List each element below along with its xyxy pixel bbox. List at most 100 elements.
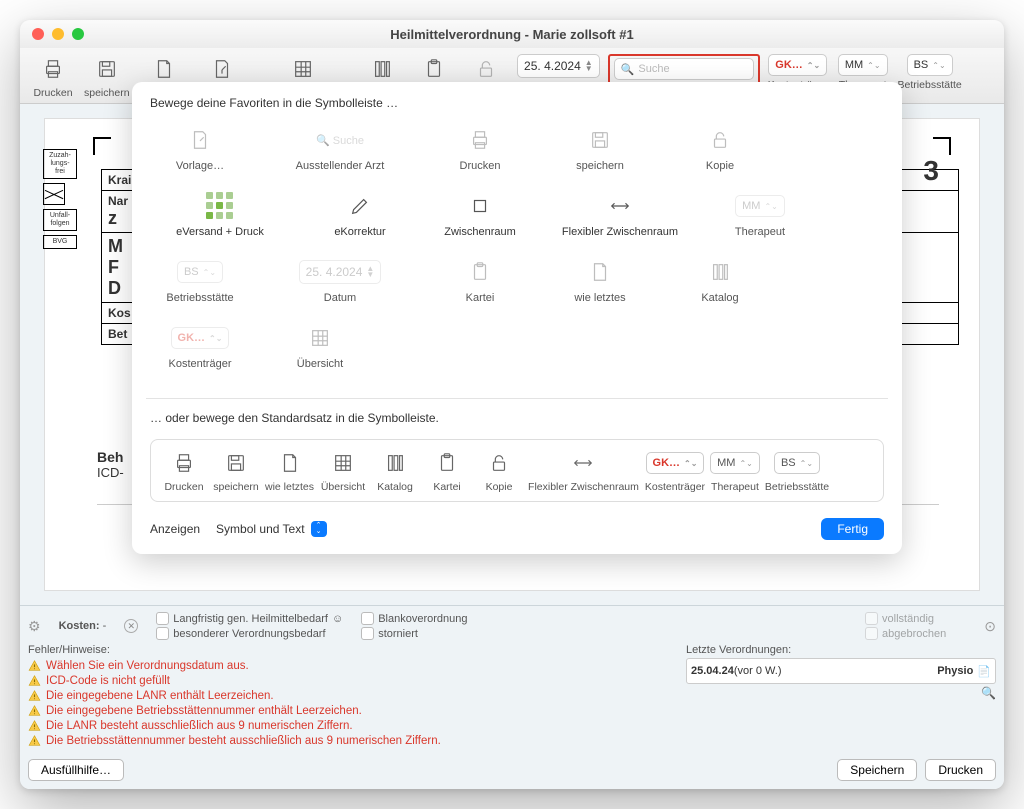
- fav-kostentraeger[interactable]: GK… ⌃⌄Kostenträger: [150, 322, 250, 388]
- tag-x[interactable]: [43, 183, 65, 205]
- fav-label: speichern: [576, 160, 624, 173]
- fav-vorlage[interactable]: Vorlage…: [150, 124, 250, 190]
- def-katalog[interactable]: Katalog: [372, 448, 418, 493]
- side-tags: Zuzah-lungs-frei Unfall-folgen BVG: [43, 149, 77, 249]
- chk[interactable]: Blankoverordnung: [361, 612, 467, 625]
- fav-wie-letztes[interactable]: wie letztes: [550, 256, 650, 322]
- customize-toolbar-modal: Bewege deine Favoriten in die Symbolleis…: [132, 82, 902, 554]
- chk: vollständig: [865, 612, 946, 625]
- def-uebersicht[interactable]: Übersicht: [320, 448, 366, 493]
- fav-label: Flexibler Zwischenraum: [562, 226, 678, 239]
- fav-uebersicht[interactable]: Übersicht: [270, 322, 370, 388]
- tag[interactable]: Zuzah-lungs-frei: [43, 149, 77, 179]
- fav-zwischenraum[interactable]: Zwischenraum: [430, 190, 530, 256]
- warning-icon: [28, 719, 41, 732]
- fav-flex-zwischen[interactable]: Flexibler Zwischenraum: [550, 190, 690, 256]
- info-icon[interactable]: ✕: [124, 619, 138, 633]
- kostentraeger-icon: GK… ⌃⌄: [171, 322, 230, 354]
- catalog-icon: [367, 54, 397, 84]
- tag[interactable]: Unfall-folgen: [43, 209, 77, 231]
- last-title: Letzte Verordnungen:: [686, 644, 996, 656]
- fav-therapeut[interactable]: MM ⌃⌄Therapeut: [710, 190, 810, 256]
- fav-drucken[interactable]: Drucken: [430, 124, 530, 190]
- ther-icon: MM ⌃⌄: [720, 448, 750, 478]
- errors-panel: Fehler/Hinweise: Wählen Sie ein Verordnu…: [28, 644, 676, 749]
- kost-icon: GK… ⌃⌄: [660, 448, 690, 478]
- fav-betriebs[interactable]: BS ⌃⌄Betriebsstätte: [150, 256, 250, 322]
- def-wie-letztes[interactable]: wie letztes: [265, 448, 314, 493]
- footer: ⚙ Kosten: - ✕ Langfristig gen. Heilmitte…: [20, 605, 1004, 789]
- warning-icon: [28, 734, 41, 747]
- def-betr[interactable]: BS ⌃⌄Betriebsstätte: [765, 448, 829, 493]
- speichern-icon: [221, 448, 251, 478]
- fav-label: eVersand + Druck: [176, 226, 264, 239]
- doc-icon[interactable]: 📄: [977, 665, 991, 678]
- error-line: ICD-Code is nicht gefüllt: [28, 674, 676, 687]
- stepper-icon[interactable]: ▲▼: [585, 60, 593, 72]
- beh-block: Beh ICD-: [97, 449, 124, 480]
- fav-label: Betriebsstätte: [166, 292, 233, 305]
- error-line: Die eingegebene Betriebsstättennummer en…: [28, 704, 676, 717]
- tb-drucken[interactable]: Drucken: [30, 54, 76, 99]
- titlebar: Heilmittelverordnung - Marie zollsoft #1: [20, 20, 1004, 48]
- save-button[interactable]: Speichern: [837, 759, 917, 781]
- def-drucken[interactable]: Drucken: [161, 448, 207, 493]
- search-icon[interactable]: 🔍: [981, 686, 996, 700]
- betr-icon: BS ⌃⌄: [782, 448, 812, 478]
- fav-ausst-arzt[interactable]: 🔍 SucheAusstellender Arzt: [270, 124, 410, 190]
- fav-katalog[interactable]: Katalog: [670, 256, 770, 322]
- def-kost[interactable]: GK… ⌃⌄Kostenträger: [645, 448, 705, 493]
- more-icon[interactable]: ⊙: [984, 618, 996, 635]
- tb-speichern[interactable]: speichern: [82, 54, 132, 99]
- error-line: Die eingegebene LANR enthält Leerzeichen…: [28, 689, 676, 702]
- chk[interactable]: besonderer Verordnungsbedarf: [156, 627, 343, 640]
- footer-row-1: ⚙ Kosten: - ✕ Langfristig gen. Heilmitte…: [28, 612, 996, 640]
- def-kartei[interactable]: Kartei: [424, 448, 470, 493]
- print-button[interactable]: Drucken: [925, 759, 996, 781]
- done-button[interactable]: Fertig: [821, 518, 884, 540]
- bottom-bar: Ausfüllhilfe… Speichern Drucken: [28, 759, 996, 781]
- ausst-arzt-icon: 🔍 Suche: [316, 124, 364, 156]
- fav-eversand[interactable]: eVersand + Druck: [150, 190, 290, 256]
- kopie-icon: [709, 124, 731, 156]
- help-button[interactable]: Ausfüllhilfe…: [28, 759, 124, 781]
- errors-title: Fehler/Hinweise:: [28, 644, 676, 656]
- speichern-icon: [589, 124, 611, 156]
- fav-label: Drucken: [460, 160, 501, 173]
- search-input[interactable]: 🔍 Suche: [614, 58, 754, 80]
- kartei-icon: [432, 448, 462, 478]
- def-ther[interactable]: MM ⌃⌄Therapeut: [711, 448, 759, 493]
- fav-label: eKorrektur: [334, 226, 385, 239]
- default-toolbar-set[interactable]: Druckenspeichernwie letztesÜbersichtKata…: [150, 439, 884, 502]
- drucken-icon: [169, 448, 199, 478]
- fav-datum[interactable]: 25. 4.2024 ▲▼Datum: [270, 256, 410, 322]
- error-line: Die Betriebsstättennummer besteht aussch…: [28, 734, 676, 747]
- favorites-grid: Vorlage… 🔍 SucheAusstellender Arzt Drucken…: [150, 124, 884, 388]
- flex-icon: [568, 448, 598, 478]
- last-row[interactable]: 25.04.24(vor 0 W.) Physio 📄: [686, 658, 996, 684]
- chevron-updown-icon: ⌃⌄: [311, 521, 327, 537]
- tag[interactable]: BVG: [43, 235, 77, 249]
- fav-label: Zwischenraum: [444, 226, 516, 239]
- uebersicht-icon: [309, 322, 331, 354]
- date-value[interactable]: 25. 4.2024: [524, 59, 581, 73]
- chevron-down-icon: ⌃⌄: [867, 61, 880, 70]
- show-mode-select[interactable]: Symbol und Text ⌃⌄: [208, 518, 333, 540]
- eversand-icon: [206, 190, 234, 222]
- fav-speichern[interactable]: speichern: [550, 124, 650, 190]
- search-icon: 🔍: [621, 63, 635, 76]
- fav-kartei[interactable]: Kartei: [430, 256, 530, 322]
- def-speichern[interactable]: speichern: [213, 448, 259, 493]
- grid-icon: [288, 54, 318, 84]
- fav-ekorrektur[interactable]: eKorrektur: [310, 190, 410, 256]
- chk[interactable]: storniert: [361, 627, 467, 640]
- wie-letztes-icon: [275, 448, 305, 478]
- def-flex[interactable]: Flexibler Zwischenraum: [528, 448, 639, 493]
- chk[interactable]: Langfristig gen. Heilmittelbedarf ☺: [156, 612, 343, 625]
- def-kopie[interactable]: Kopie: [476, 448, 522, 493]
- gear-icon[interactable]: ⚙: [28, 618, 41, 635]
- fav-kopie[interactable]: Kopie: [670, 124, 770, 190]
- tb-betriebsstaette[interactable]: BS⌃⌄ Betriebsstätte: [896, 54, 964, 91]
- app-window: Heilmittelverordnung - Marie zollsoft #1…: [20, 20, 1004, 789]
- fav-label: Katalog: [701, 292, 738, 305]
